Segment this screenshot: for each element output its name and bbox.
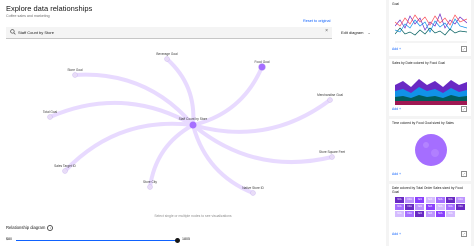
search-icon xyxy=(10,29,16,35)
bubble-chart-thumbnail xyxy=(415,134,447,166)
graph-node-label: Store City xyxy=(143,180,157,184)
relationship-graph[interactable]: Beverage Goal Food Goal Store Goal Merchand… xyxy=(0,45,386,215)
heatmap-cell: N/A xyxy=(415,211,425,217)
graph-node[interactable] xyxy=(164,56,170,62)
graph-node[interactable] xyxy=(62,168,68,174)
graph-node[interactable] xyxy=(327,97,333,103)
edit-diagram-label: Edit diagram xyxy=(341,30,364,35)
viz-card-sales-by-date[interactable]: Sales by Date colored by Food Goal Add +… xyxy=(389,59,471,116)
heatmap-cell: N/A xyxy=(425,211,435,217)
reset-to-original-button[interactable]: Reset to original xyxy=(303,19,330,23)
heatmap-cell: N/A xyxy=(446,197,455,203)
heatmap-cell: N/A xyxy=(415,204,425,210)
graph-node[interactable] xyxy=(147,184,153,190)
plus-icon: + xyxy=(399,172,402,176)
graph-canvas: Beverage Goal Food Goal Store Goal Merchand… xyxy=(43,52,345,196)
heatmap-cell: N/A xyxy=(405,204,415,210)
graph-edge xyxy=(191,124,254,195)
slider-track[interactable] xyxy=(16,239,178,241)
heatmap-cell: N/A xyxy=(446,204,455,210)
page-subtitle: Coffee sales and marketing xyxy=(6,14,50,18)
graph-edge xyxy=(63,121,194,173)
heatmap-cell: N/A xyxy=(446,211,455,217)
add-button[interactable]: Add + xyxy=(392,107,401,111)
add-label: Add xyxy=(392,232,399,236)
graph-node-label: Store Square Feet xyxy=(319,150,345,154)
heatmap-cell: N/A xyxy=(435,204,445,210)
add-button[interactable]: Add + xyxy=(392,47,401,51)
selection-hint: Select single or multiple nodes to see v… xyxy=(154,214,232,218)
add-button[interactable]: Add + xyxy=(392,232,401,236)
slider-min-label: $80 xyxy=(6,237,12,241)
plus-icon: + xyxy=(399,107,402,111)
heatmap-cell: N/A xyxy=(425,204,435,210)
graph-center-node[interactable] xyxy=(189,121,197,129)
visualization-sidebar: Goal Add + ⤢ Sales by Date colored by Fo… xyxy=(386,0,474,246)
heatmap-cell: N/A xyxy=(456,204,466,210)
graph-node-label: Total Goal xyxy=(43,110,58,114)
heatmap-cell: N/A xyxy=(415,197,425,203)
heatmap-cell: N/A xyxy=(405,197,415,203)
heatmap-cell: N/A xyxy=(395,211,404,217)
add-label: Add xyxy=(392,47,399,51)
viz-card-date-by-total-order-sales[interactable]: Date colored by Total Order Sales sized … xyxy=(389,184,471,246)
plus-icon: + xyxy=(399,47,402,51)
heatmap-cell: N/A xyxy=(435,211,445,217)
graph-node[interactable] xyxy=(329,154,335,160)
search-field[interactable]: × xyxy=(6,27,332,39)
main-panel: Explore data relationships Coffee sales … xyxy=(0,0,386,246)
add-label: Add xyxy=(392,172,399,176)
close-icon[interactable]: × xyxy=(325,28,328,34)
graph-node[interactable] xyxy=(258,63,266,71)
expand-icon[interactable]: ⤢ xyxy=(461,231,467,237)
plus-icon: + xyxy=(399,232,402,236)
page-title: Explore data relationships xyxy=(6,4,93,13)
heatmap-cell: N/A xyxy=(425,197,435,203)
graph-node[interactable] xyxy=(250,190,256,196)
slider-max-label: 1805 xyxy=(182,237,190,241)
graph-edge xyxy=(148,123,194,188)
add-label: Add xyxy=(392,107,399,111)
card-title: Time colored by Food Goal sized by Sales xyxy=(392,121,454,125)
graph-node[interactable] xyxy=(47,114,53,120)
heatmap-cell: N/A xyxy=(395,197,404,203)
chevron-down-icon: ⌄ xyxy=(367,31,371,35)
graph-node-label: Merchandise Goal xyxy=(317,93,343,97)
graph-node-label: Native Store ID xyxy=(242,186,264,190)
add-button[interactable]: Add + xyxy=(392,172,401,176)
area-chart-thumbnail xyxy=(395,79,467,105)
graph-node-label: Sales Target ID xyxy=(54,164,76,168)
graph-node-label: Store Goal xyxy=(67,68,83,72)
viz-card-goal[interactable]: Goal Add + ⤢ xyxy=(389,0,471,56)
search-input[interactable] xyxy=(18,28,318,37)
edit-diagram-dropdown[interactable]: Edit diagram ⌄ xyxy=(341,30,371,35)
graph-node[interactable] xyxy=(72,72,78,78)
card-title: Date colored by Total Order Sales sized … xyxy=(392,186,463,194)
info-icon[interactable]: i xyxy=(47,225,54,231)
slider-handle[interactable] xyxy=(175,237,180,243)
expand-icon[interactable]: ⤢ xyxy=(461,106,467,112)
heatmap-cell: N/A xyxy=(435,197,445,203)
relationship-diagram-text: Relationship diagram xyxy=(6,225,46,230)
graph-node-label: Beverage Goal xyxy=(156,52,178,56)
graph-node-label: Food Goal xyxy=(255,60,270,64)
heatmap-thumbnail: N/A N/A N/A N/A N/A N/A N/A N/A N/A N/A N/A N/A N/A N… xyxy=(395,197,467,225)
viz-card-time-by-food-goal[interactable]: Time colored by Food Goal sized by Sales… xyxy=(389,119,471,181)
heatmap-cell: N/A xyxy=(456,197,466,203)
graph-center-label: Staff Count by Store xyxy=(179,117,208,121)
card-title: Sales by Date colored by Food Goal xyxy=(392,61,445,65)
heatmap-cell: N/A xyxy=(395,204,404,210)
expand-icon[interactable]: ⤢ xyxy=(461,46,467,52)
line-chart-thumbnail xyxy=(395,13,467,43)
heatmap-cell: N/A xyxy=(405,211,415,217)
relationship-diagram-label: Relationship diagram i xyxy=(6,225,54,231)
expand-icon[interactable]: ⤢ xyxy=(461,171,467,177)
